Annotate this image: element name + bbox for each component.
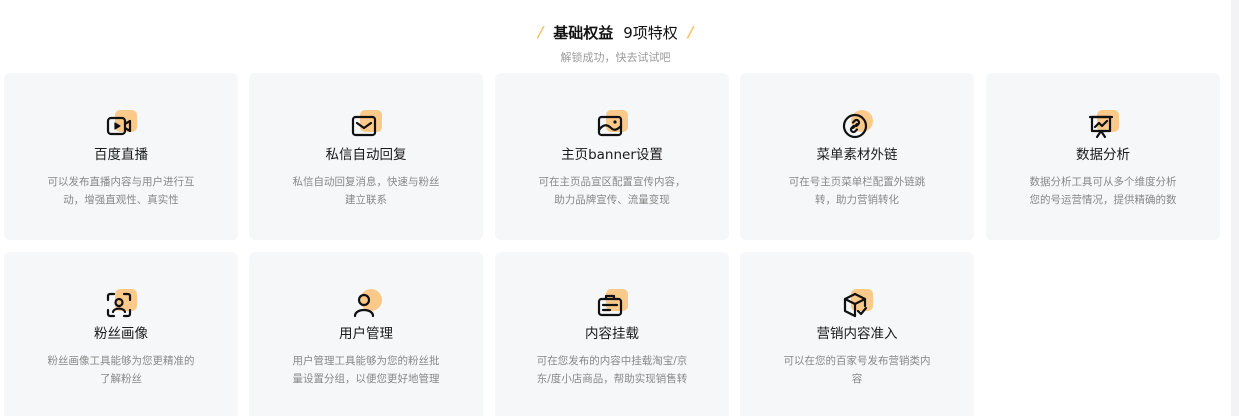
section-header: / 基础权益 9项特权 / 解锁成功，快去试试吧 — [0, 20, 1231, 65]
card-title: 营销内容准入 — [816, 326, 898, 342]
card-description: 可在主页品宣区配置宣传内容， 助力品牌宣传、流量变现 — [527, 173, 697, 209]
card-desc-line: 转，助力营销转化 — [815, 194, 899, 206]
card-desc-line: 量设置分组，以便您更好地管理 — [292, 373, 440, 385]
card-desc-line: 可在主页品宣区配置宣传内容， — [538, 176, 686, 188]
privilege-card-banner[interactable]: 主页banner设置 可在主页品宣区配置宣传内容， 助力品牌宣传、流量变现 — [495, 73, 729, 240]
chart-board-icon — [1086, 107, 1120, 141]
card-title: 私信自动回复 — [325, 147, 407, 163]
card-desc-line: 容 — [851, 373, 863, 385]
card-desc-line: 可以在您的百家号发布营销类内 — [783, 355, 931, 367]
privilege-card-menu-link[interactable]: 菜单素材外链 可在号主页菜单栏配置外链跳 转，助力营销转化 — [740, 73, 974, 240]
card-title: 菜单素材外链 — [816, 147, 898, 163]
card-description: 数据分析工具可从多个维度分析 您的号运营情况，提供精确的数 — [1018, 173, 1188, 209]
section-subtitle: 解锁成功，快去试试吧 — [560, 51, 671, 64]
right-slash-decoration: / — [685, 23, 696, 41]
card-desc-line: 可在号主页菜单栏配置外链跳 — [788, 176, 926, 188]
privileges-page: / 基础权益 9项特权 / 解锁成功，快去试试吧 百度直播 可以发布直播内容与用… — [0, 0, 1239, 416]
privilege-card-auto-reply[interactable]: 私信自动回复 私信自动回复消息，快速与粉丝 建立联系 — [249, 73, 483, 240]
privilege-count: 9项特权 — [623, 23, 678, 42]
card-desc-line: 粉丝画像工具能够为您更精准的 — [47, 355, 195, 367]
privilege-card-live[interactable]: 百度直播 可以发布直播内容与用户进行互 动，增强直观性、真实性 — [4, 73, 238, 240]
card-desc-line: 可在您发布的内容中挂载淘宝/京 — [536, 355, 688, 367]
privilege-card-fan-portrait[interactable]: 粉丝画像 粉丝画像工具能够为您更精准的 了解粉丝 — [4, 252, 238, 416]
card-desc-line: 建立联系 — [345, 194, 387, 206]
privilege-card-data-analysis[interactable]: 数据分析 数据分析工具可从多个维度分析 您的号运营情况，提供精确的数 — [986, 73, 1220, 240]
user-icon — [349, 286, 383, 320]
section-title-row: / 基础权益 9项特权 / — [0, 20, 1231, 44]
card-desc-line: 您的号运营情况，提供精确的数 — [1029, 194, 1177, 206]
card-description: 粉丝画像工具能够为您更精准的 了解粉丝 — [36, 352, 206, 388]
package-check-icon — [840, 286, 874, 320]
link-icon — [840, 107, 874, 141]
card-desc-line: 可以发布直播内容与用户进行互 — [47, 176, 195, 188]
card-title: 百度直播 — [94, 147, 148, 163]
card-description: 私信自动回复消息，快速与粉丝 建立联系 — [281, 173, 451, 209]
card-title: 内容挂载 — [585, 326, 639, 342]
scrollbar-track[interactable] — [1231, 0, 1239, 416]
content-mount-icon — [595, 286, 629, 320]
live-video-icon — [104, 107, 138, 141]
card-description: 可以发布直播内容与用户进行互 动，增强直观性、真实性 — [36, 173, 206, 209]
card-title: 用户管理 — [339, 326, 393, 342]
card-desc-line: 助力品牌宣传、流量变现 — [554, 194, 670, 206]
privilege-card-content-mount[interactable]: 内容挂载 可在您发布的内容中挂载淘宝/京 东/度小店商品，帮助实现销售转 — [495, 252, 729, 416]
card-title: 数据分析 — [1076, 147, 1130, 163]
card-desc-line: 动，增强直观性、真实性 — [63, 194, 179, 206]
card-desc-line: 数据分析工具可从多个维度分析 — [1029, 176, 1177, 188]
card-desc-line: 私信自动回复消息，快速与粉丝 — [292, 176, 440, 188]
mail-reply-icon — [349, 107, 383, 141]
fan-portrait-icon — [104, 286, 138, 320]
privilege-card-user-management[interactable]: 用户管理 用户管理工具能够为您的粉丝批 量设置分组，以便您更好地管理 — [249, 252, 483, 416]
card-description: 可在您发布的内容中挂载淘宝/京 东/度小店商品，帮助实现销售转 — [527, 352, 697, 388]
card-description: 可在号主页菜单栏配置外链跳 转，助力营销转化 — [772, 173, 942, 209]
privilege-card-marketing-access[interactable]: 营销内容准入 可以在您的百家号发布营销类内 容 — [740, 252, 974, 416]
card-description: 用户管理工具能够为您的粉丝批 量设置分组，以便您更好地管理 — [281, 352, 451, 388]
section-title: 基础权益 — [553, 23, 614, 42]
banner-image-icon — [595, 107, 629, 141]
card-desc-line: 东/度小店商品，帮助实现销售转 — [536, 373, 688, 385]
card-description: 可以在您的百家号发布营销类内 容 — [772, 352, 942, 388]
left-slash-decoration: / — [535, 23, 546, 41]
card-desc-line: 用户管理工具能够为您的粉丝批 — [292, 355, 440, 367]
card-title: 主页banner设置 — [561, 147, 663, 163]
card-title: 粉丝画像 — [94, 326, 148, 342]
card-desc-line: 了解粉丝 — [100, 373, 142, 385]
